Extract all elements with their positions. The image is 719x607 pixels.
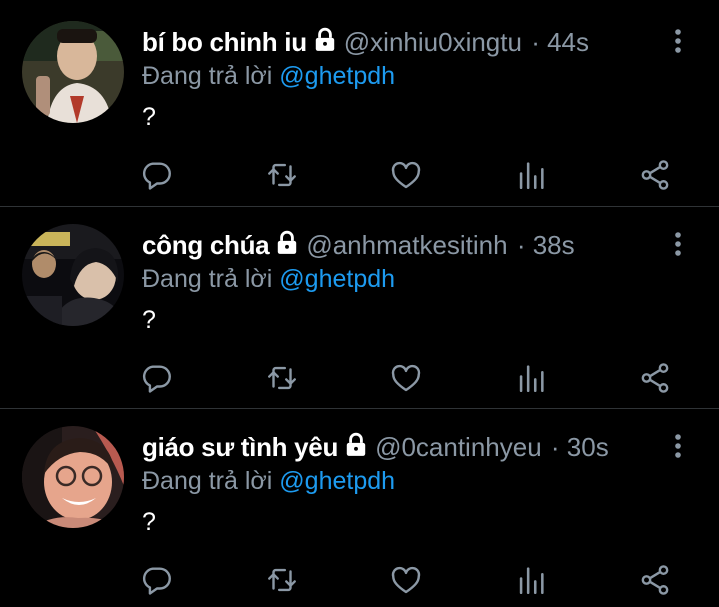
replying-prefix: Đang trả lời — [142, 265, 273, 293]
tweet-text: ? — [142, 508, 156, 536]
tweet[interactable]: bí bo chinh iu @xinhiu0xingtu · 44s Đang… — [0, 0, 719, 202]
timestamp[interactable]: · 30s — [551, 432, 609, 462]
display-name[interactable]: bí bo chinh iu — [142, 27, 307, 57]
timestamp[interactable]: · 44s — [531, 27, 589, 57]
action-bar — [0, 563, 719, 597]
lock-icon — [312, 27, 338, 60]
replying-prefix: Đang trả lời — [142, 467, 273, 495]
mention-link[interactable]: @ghetpdh — [279, 62, 395, 90]
tweet-header: bí bo chinh iu @xinhiu0xingtu · 44s — [142, 26, 589, 60]
more-vertical-icon[interactable] — [670, 433, 686, 461]
analytics-icon[interactable] — [514, 361, 548, 395]
avatar[interactable] — [22, 426, 124, 528]
tweet[interactable]: giáo sư tình yêu @0cantinhyeu · 30s Đang… — [0, 405, 719, 607]
tweet[interactable]: công chúa @anhmatkesitinh · 38s Đang trả… — [0, 203, 719, 405]
replying-to: Đang trả lời @ghetpdh — [142, 465, 395, 497]
handle[interactable]: @anhmatkesitinh — [306, 230, 507, 260]
tweet-text: ? — [142, 103, 156, 131]
tweet-header: công chúa @anhmatkesitinh · 38s — [142, 229, 575, 263]
share-icon[interactable] — [638, 158, 672, 192]
handle[interactable]: @0cantinhyeu — [375, 432, 542, 462]
reply-icon[interactable] — [140, 361, 174, 395]
avatar[interactable] — [22, 224, 124, 326]
replying-prefix: Đang trả lời — [142, 62, 273, 90]
reply-icon[interactable] — [140, 563, 174, 597]
retweet-icon[interactable] — [265, 361, 299, 395]
mention-link[interactable]: @ghetpdh — [279, 265, 395, 293]
tweet-text: ? — [142, 306, 156, 334]
lock-icon — [274, 230, 300, 263]
timestamp[interactable]: · 38s — [517, 230, 575, 260]
share-icon[interactable] — [638, 361, 672, 395]
replying-to: Đang trả lời @ghetpdh — [142, 60, 395, 92]
like-icon[interactable] — [389, 158, 423, 192]
action-bar — [0, 158, 719, 192]
more-vertical-icon[interactable] — [670, 28, 686, 56]
retweet-icon[interactable] — [265, 158, 299, 192]
display-name[interactable]: công chúa — [142, 230, 270, 260]
replying-to: Đang trả lời @ghetpdh — [142, 263, 395, 295]
action-bar — [0, 361, 719, 395]
analytics-icon[interactable] — [514, 158, 548, 192]
mention-link[interactable]: @ghetpdh — [279, 467, 395, 495]
tweet-header: giáo sư tình yêu @0cantinhyeu · 30s — [142, 431, 609, 465]
retweet-icon[interactable] — [265, 563, 299, 597]
handle[interactable]: @xinhiu0xingtu — [344, 27, 522, 57]
share-icon[interactable] — [638, 563, 672, 597]
lock-icon — [343, 432, 369, 465]
like-icon[interactable] — [389, 361, 423, 395]
reply-icon[interactable] — [140, 158, 174, 192]
like-icon[interactable] — [389, 563, 423, 597]
avatar[interactable] — [22, 21, 124, 123]
more-vertical-icon[interactable] — [670, 231, 686, 259]
display-name[interactable]: giáo sư tình yêu — [142, 432, 338, 462]
analytics-icon[interactable] — [514, 563, 548, 597]
